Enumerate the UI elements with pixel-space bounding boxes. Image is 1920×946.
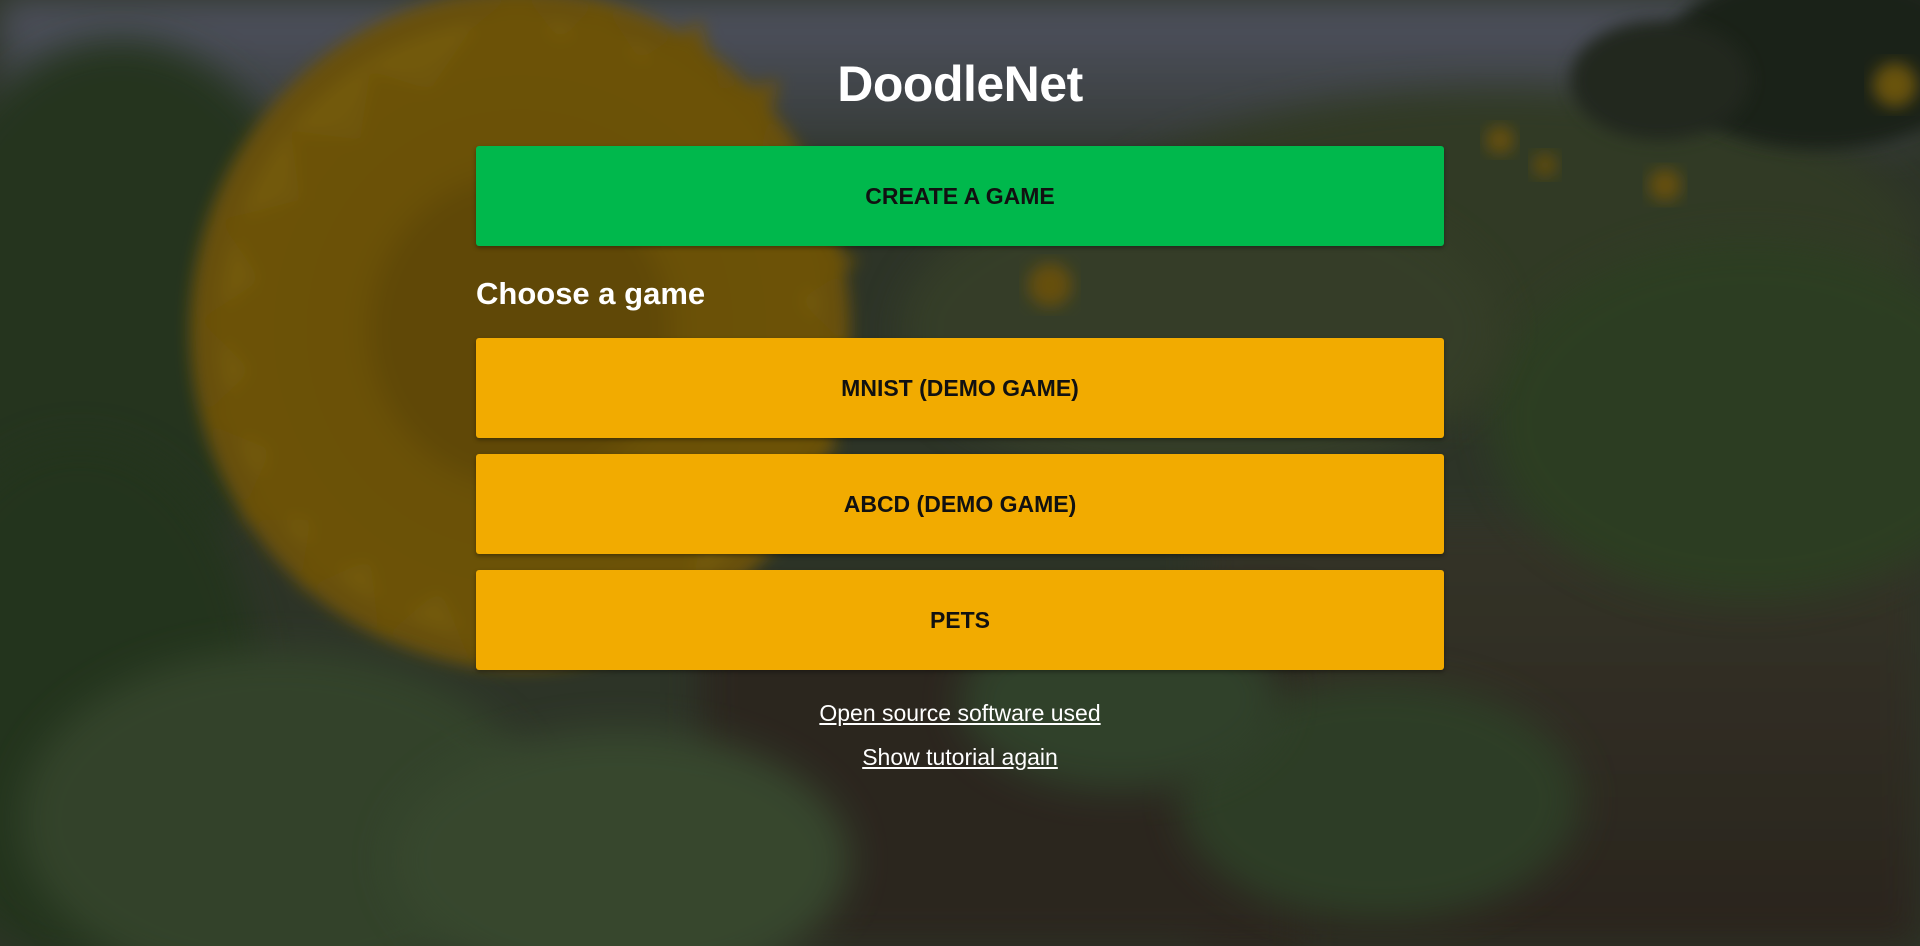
- open-source-link-row: Open source software used: [0, 700, 1920, 727]
- show-tutorial-link[interactable]: Show tutorial again: [862, 744, 1058, 770]
- game-button-mnist[interactable]: MNIST (DEMO GAME): [476, 338, 1444, 438]
- create-game-button[interactable]: CREATE A GAME: [476, 146, 1444, 246]
- main-panel: DoodleNet CREATE A GAME Choose a game MN…: [0, 0, 1920, 946]
- choose-game-heading: Choose a game: [476, 276, 706, 311]
- game-button-abcd[interactable]: ABCD (DEMO GAME): [476, 454, 1444, 554]
- open-source-link[interactable]: Open source software used: [819, 700, 1100, 726]
- game-button-pets[interactable]: PETS: [476, 570, 1444, 670]
- tutorial-link-row: Show tutorial again: [0, 744, 1920, 771]
- app-title: DoodleNet: [837, 56, 1083, 112]
